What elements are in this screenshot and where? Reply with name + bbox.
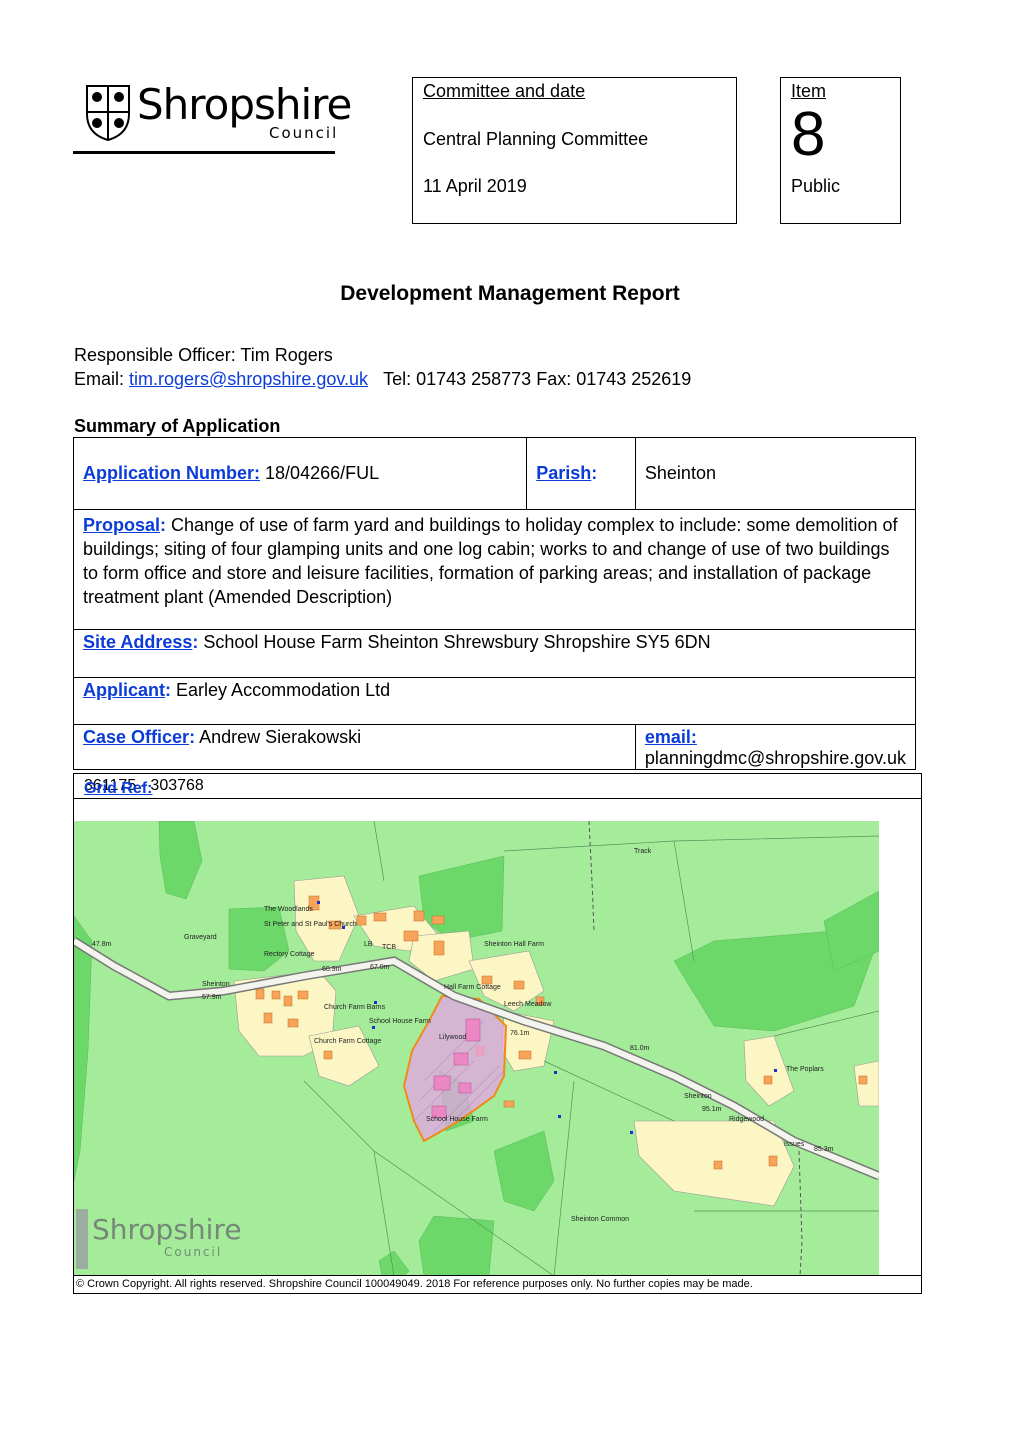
- officer-contact-line: Email: tim.rogers@shropshire.gov.uk Tel:…: [74, 369, 691, 390]
- site-address-label: Site Address: [83, 632, 193, 652]
- watermark-sub: Council: [164, 1245, 222, 1259]
- map-label: Ridgewood: [729, 1116, 764, 1123]
- map-label: Church Farm Cottage: [314, 1038, 381, 1045]
- proposal-text: Change of use of farm yard and buildings…: [83, 515, 898, 607]
- map-label: Leech Meadow: [504, 1001, 552, 1008]
- map-label: Church Farm Barns: [324, 1004, 386, 1011]
- map-label: Issues: [784, 1141, 805, 1148]
- application-number: 18/04266/FUL: [265, 463, 380, 483]
- table-row: Site Address: School House Farm Sheinton…: [73, 629, 916, 678]
- application-number-label: Application Number:: [83, 463, 261, 483]
- map-label: Sheinton Hall Farm: [484, 941, 544, 948]
- table-row: Application Number: 18/04266/FUL Parish:…: [72, 437, 917, 510]
- officer-phone-fax: Tel: 01743 258773 Fax: 01743 252619: [383, 369, 692, 389]
- map-label: Sheinton: [202, 981, 230, 988]
- committee-heading: Committee and date: [423, 81, 586, 101]
- applicant: Earley Accommodation Ltd: [176, 680, 391, 700]
- application-number-cell: Application Number: 18/04266/FUL: [72, 437, 528, 510]
- committee-box: Committee and date Central Planning Comm…: [412, 77, 737, 224]
- site-address-cell: Site Address: School House Farm Sheinton…: [73, 629, 916, 678]
- case-email-label: email:: [644, 727, 697, 747]
- table-row: Case Officer: Andrew Sierakowski email: …: [73, 724, 917, 770]
- map-label: 76.1m: [510, 1030, 530, 1037]
- summary-heading: Summary of Application: [74, 416, 281, 436]
- logo-sub: Council: [269, 124, 339, 142]
- map-label: St Peter and St Paul's Church: [264, 921, 357, 928]
- parish-value-cell: Sheinton: [634, 437, 917, 510]
- map-label: The Poplars: [786, 1066, 824, 1073]
- officer-email-link[interactable]: tim.rogers@shropshire.gov.uk: [129, 369, 368, 389]
- proposal-cell: Proposal: Change of use of farm yard and…: [73, 509, 916, 630]
- case-officer: Andrew Sierakowski: [199, 727, 362, 747]
- council-shield-icon: [86, 85, 130, 142]
- grid-ref-row: Grid Ref: 361175 - 303768: [74, 774, 921, 799]
- site-location-map[interactable]: Track The Woodlands St Peter and St Paul…: [74, 821, 879, 1276]
- summary-table: Application Number: 18/04266/FUL Parish:…: [72, 437, 917, 770]
- map-label: Track: [634, 848, 652, 855]
- map-label: Lilywood: [439, 1034, 466, 1041]
- table-row: Applicant: Earley Accommodation Ltd: [73, 677, 916, 725]
- case-officer-cell: Case Officer: Andrew Sierakowski: [73, 724, 636, 770]
- grid-ref-label: Grid Ref:: [84, 780, 153, 797]
- logo-name: Shropshire: [137, 80, 352, 129]
- map-label: School House Farm: [426, 1116, 488, 1123]
- map-label: 47.8m: [92, 941, 112, 948]
- item-status: Public: [791, 176, 841, 196]
- item-heading: Item: [791, 81, 827, 101]
- site-address: School House Farm Sheinton Shrewsbury Sh…: [203, 632, 711, 652]
- proposal-label: Proposal: [83, 515, 161, 535]
- map-label: 57.9m: [202, 994, 222, 1001]
- watermark-name: Shropshire: [92, 1213, 242, 1246]
- map-label: 67.0m: [370, 964, 390, 971]
- map-label: Sheinton: [684, 1093, 712, 1100]
- committee-name: Central Planning Committee: [423, 129, 649, 149]
- shropshire-council-logo: Shropshire Council: [73, 78, 352, 154]
- grid-ref: Grid Ref: 361175 - 303768: [84, 777, 204, 797]
- parish-value: Sheinton: [644, 463, 716, 483]
- item-number: 8: [791, 100, 826, 169]
- parish-label-cell: Parish:: [526, 437, 636, 510]
- parish-label: Parish: [536, 463, 592, 483]
- applicant-cell: Applicant: Earley Accommodation Ltd: [73, 677, 916, 725]
- responsible-officer: Responsible Officer: Tim Rogers: [74, 345, 333, 365]
- map-label: Rectory Cottage: [264, 951, 315, 958]
- map-label: School House Farm: [369, 1018, 431, 1025]
- map-label: 81.0m: [630, 1045, 650, 1052]
- logo-underline: [73, 151, 335, 154]
- item-box: Item 8 Public: [780, 77, 901, 224]
- committee-date: 11 April 2019: [423, 176, 527, 196]
- copyright-row: © Crown Copyright. All rights reserved. …: [74, 1275, 921, 1293]
- map-label: LB: [364, 941, 373, 948]
- case-email-cell: email: planningdmc@shropshire.gov.uk: [634, 724, 917, 770]
- map-label: Graveyard: [184, 934, 217, 941]
- copyright-text: © Crown Copyright. All rights reserved. …: [76, 1278, 753, 1290]
- table-row: Proposal: Change of use of farm yard and…: [73, 509, 916, 630]
- map-label: 95.1m: [702, 1106, 722, 1113]
- map-label: TCB: [382, 944, 396, 951]
- map-frame: Grid Ref: 361175 - 303768 Track The Wood…: [73, 773, 922, 1294]
- case-email[interactable]: planningdmc@shropshire.gov.uk: [645, 748, 906, 768]
- map-label: Hall Farm Cottage: [444, 984, 501, 991]
- email-label: Email:: [74, 369, 130, 389]
- map-label: 85.3m: [814, 1146, 834, 1153]
- applicant-label: Applicant: [83, 680, 166, 700]
- case-officer-label: Case Officer: [83, 727, 190, 747]
- page-title: Development Management Report: [340, 282, 680, 305]
- map-label: The Woodlands: [264, 906, 313, 913]
- map-label: 60.9m: [322, 966, 342, 973]
- map-label: Sheinton Common: [571, 1216, 629, 1223]
